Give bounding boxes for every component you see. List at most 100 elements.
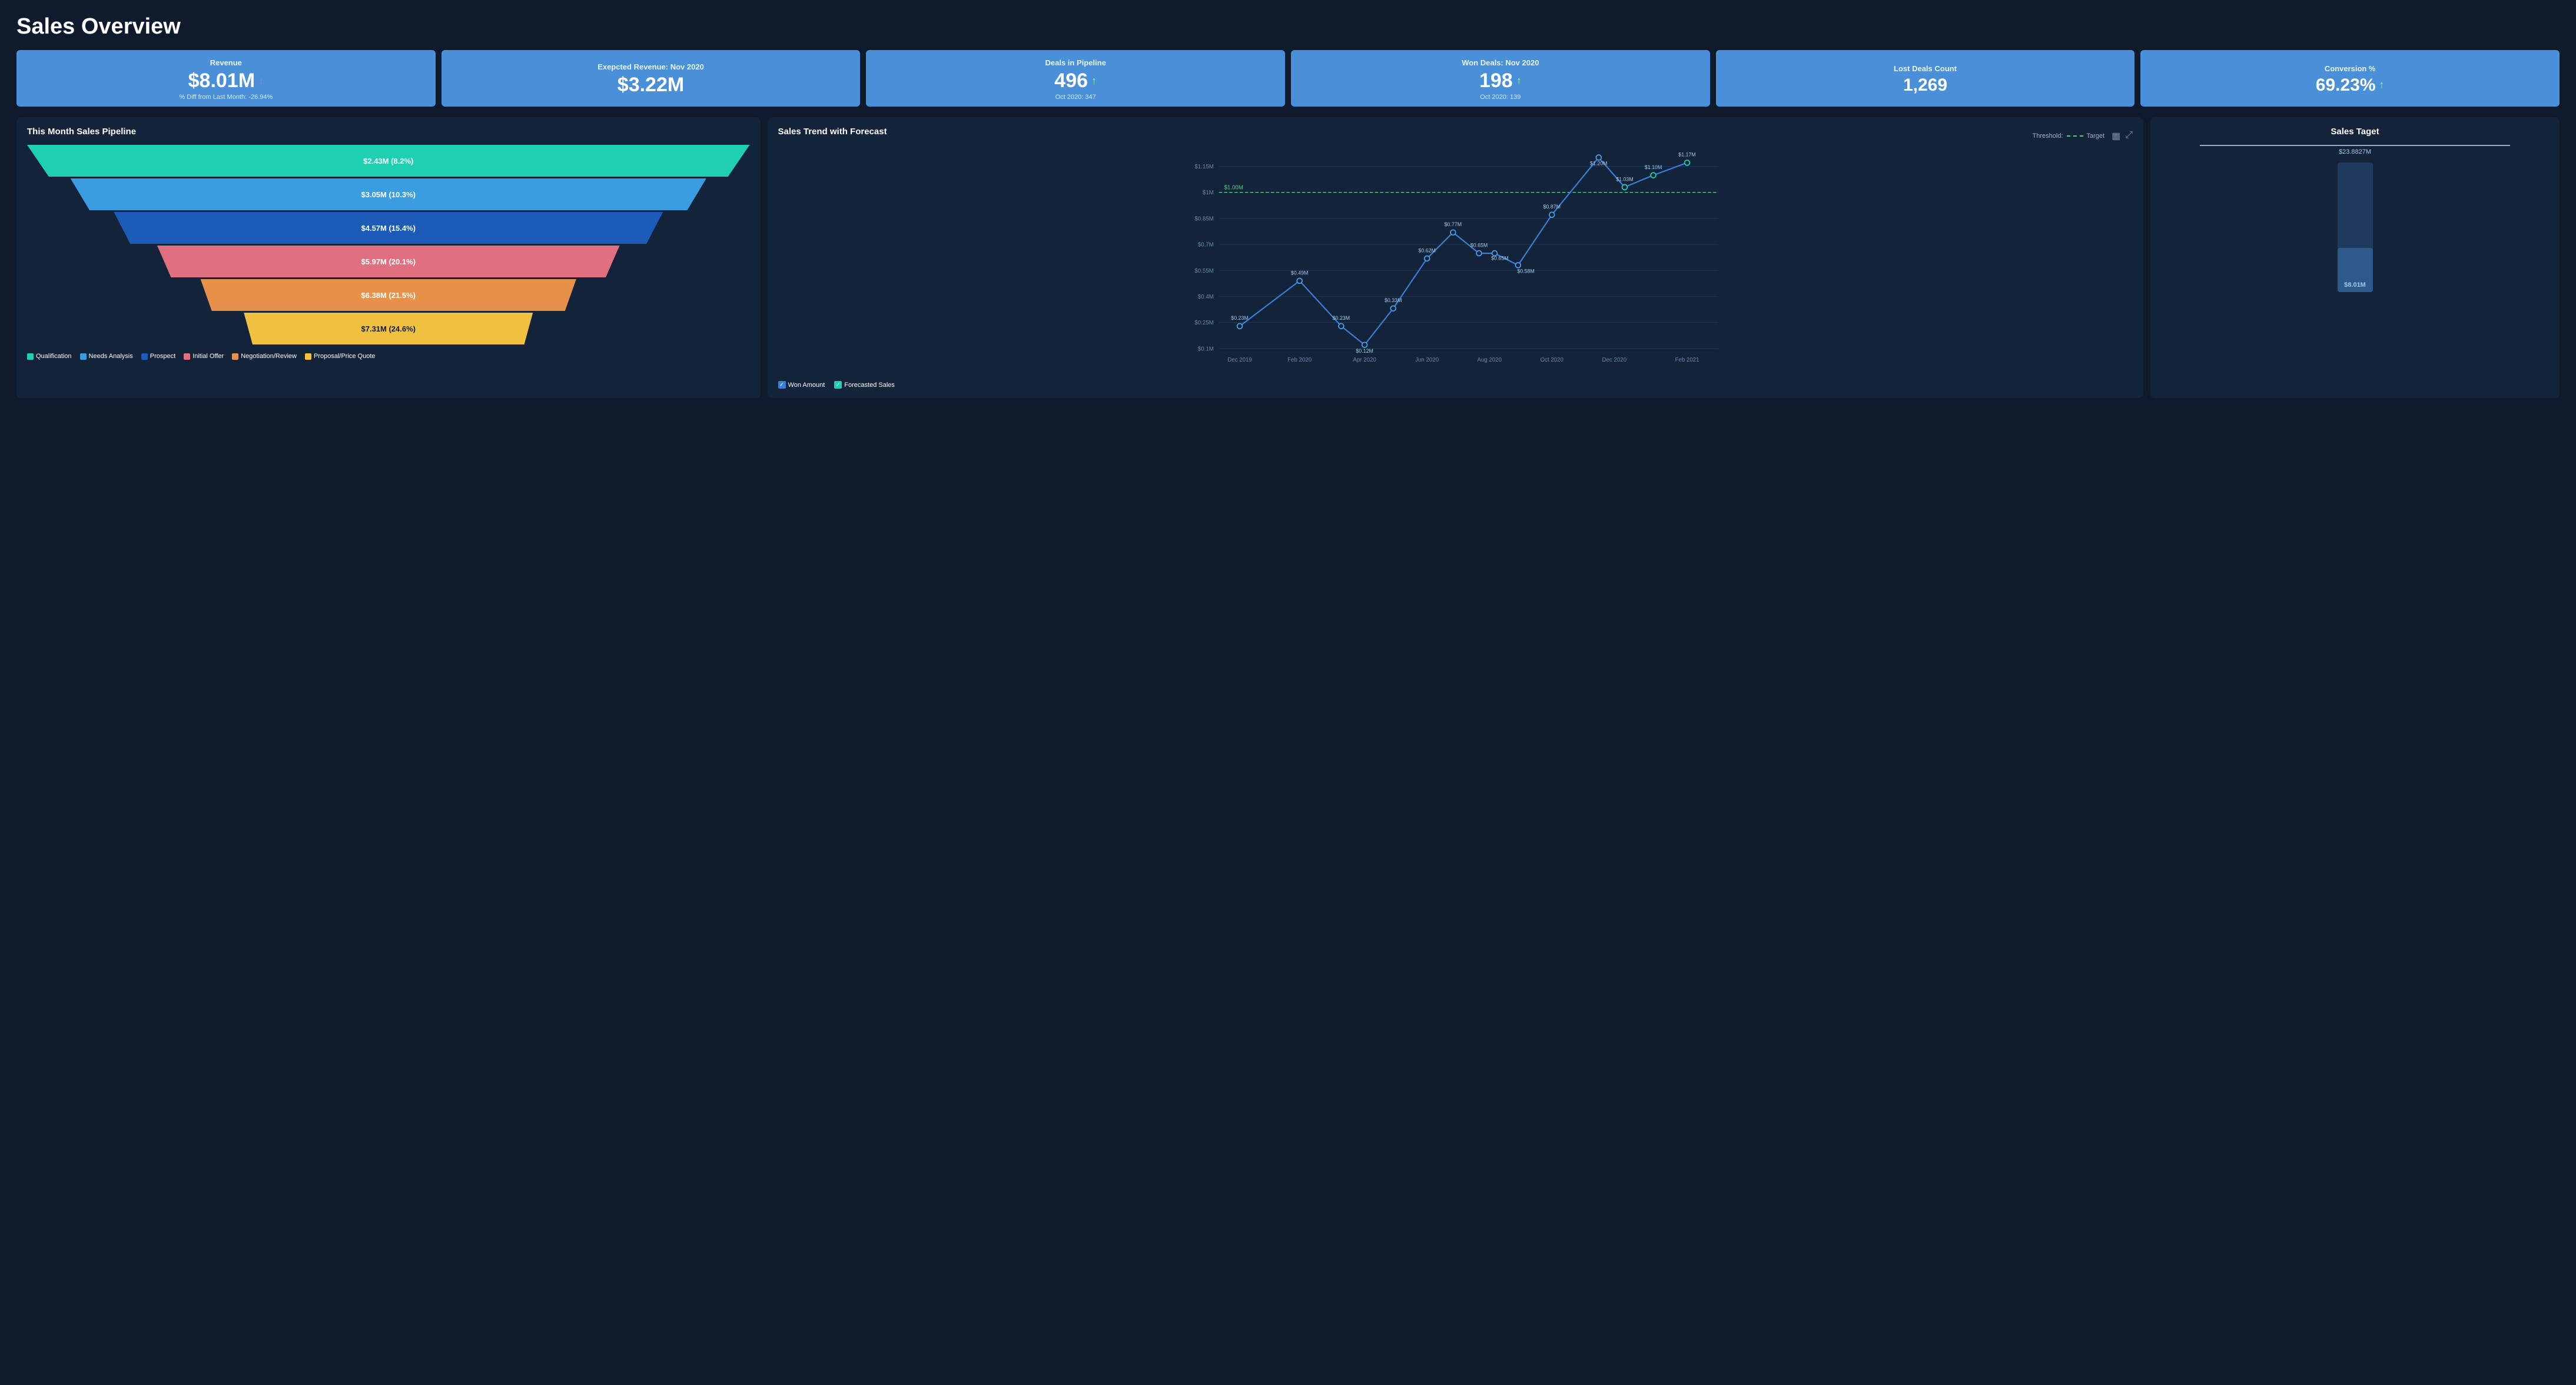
funnel-legend: Qualification Needs Analysis Prospect In… bbox=[27, 353, 750, 360]
svg-text:$1.17M: $1.17M bbox=[1678, 152, 1695, 158]
legend-label-initial-offer: Initial Offer bbox=[192, 353, 224, 360]
chart-toolbar: ▦ ⤢ bbox=[2112, 130, 2133, 142]
legend-forecasted-label: Forecasted Sales bbox=[844, 382, 895, 389]
kpi-sub-revenue: % Diff from Last Month: -26.94% bbox=[179, 94, 273, 101]
chart-legend: ✓ Won Amount ✓ Forecasted Sales bbox=[778, 381, 2133, 389]
target-title: Sales Taget bbox=[2331, 127, 2379, 137]
svg-text:$0.58M: $0.58M bbox=[1517, 269, 1534, 274]
svg-text:$0.4M: $0.4M bbox=[1197, 294, 1213, 300]
kpi-card-revenue: Revenue $8.01M ↓ % Diff from Last Month:… bbox=[16, 50, 436, 107]
svg-text:$0.1M: $0.1M bbox=[1197, 346, 1213, 352]
legend-dot-proposal bbox=[305, 353, 311, 360]
trend-chart-svg-wrapper: $1.15M $1M $0.85M $0.7M $0.55M $0.4M $0.… bbox=[778, 151, 2133, 377]
bar-chart-icon[interactable]: ▦ bbox=[2112, 130, 2120, 142]
kpi-card-deals: Deals in Pipeline 496 ↑ Oct 2020: 347 bbox=[866, 50, 1285, 107]
trend-chart-svg: $1.15M $1M $0.85M $0.7M $0.55M $0.4M $0.… bbox=[778, 151, 2133, 375]
point-dec2019 bbox=[1237, 323, 1242, 329]
legend-label-needs: Needs Analysis bbox=[89, 353, 133, 360]
svg-text:$1.10M: $1.10M bbox=[1644, 164, 1661, 170]
kpi-value-text-won: 198 bbox=[1479, 69, 1513, 92]
legend-negotiation: Negotiation/Review bbox=[232, 353, 297, 360]
target-threshold-line bbox=[2200, 145, 2510, 146]
arrow-up-icon-deals: ↑ bbox=[1091, 75, 1097, 87]
svg-text:$0.55M: $0.55M bbox=[1194, 268, 1213, 274]
kpi-value-won: 198 ↑ bbox=[1479, 69, 1522, 92]
legend-won-label: Won Amount bbox=[788, 382, 825, 389]
legend-dot-qualification bbox=[27, 353, 34, 360]
legend-dot-negotiation bbox=[232, 353, 238, 360]
svg-text:$0.65M: $0.65M bbox=[1470, 242, 1487, 248]
threshold-legend: Threshold: Target bbox=[2033, 132, 2105, 140]
kpi-label-revenue: Revenue bbox=[210, 58, 242, 67]
funnel-label-prospect: $4.57M (15.4%) bbox=[361, 224, 416, 233]
legend-check-forecasted: ✓ bbox=[834, 381, 842, 389]
kpi-card-lost: Lost Deals Count 1,269 bbox=[1716, 50, 2135, 107]
kpi-sub-won: Oct 2020: 139 bbox=[1480, 94, 1521, 101]
chart-title: Sales Trend with Forecast bbox=[778, 127, 887, 137]
legend-initial-offer: Initial Offer bbox=[184, 353, 224, 360]
svg-text:Apr 2020: Apr 2020 bbox=[1353, 357, 1376, 363]
funnel-label-proposal: $7.31M (24.6%) bbox=[361, 324, 416, 333]
kpi-card-won: Won Deals: Nov 2020 198 ↑ Oct 2020: 139 bbox=[1291, 50, 1710, 107]
svg-text:$1.15M: $1.15M bbox=[1194, 164, 1213, 170]
legend-qualification: Qualification bbox=[27, 353, 72, 360]
svg-text:Dec 2019: Dec 2019 bbox=[1227, 357, 1252, 363]
kpi-label-lost: Lost Deals Count bbox=[1894, 64, 1957, 73]
sales-target-panel: Sales Taget $23.8827M $8.01M bbox=[2150, 117, 2560, 398]
legend-check-won: ✓ bbox=[778, 381, 786, 389]
legend-won-amount: ✓ Won Amount bbox=[778, 381, 825, 389]
svg-text:$1M: $1M bbox=[1202, 190, 1213, 196]
funnel-segment-needs-analysis: $3.05M (10.3%) bbox=[71, 178, 706, 210]
funnel-segment-initial-offer: $5.97M (20.1%) bbox=[157, 246, 620, 277]
kpi-sub-deals: Oct 2020: 347 bbox=[1055, 94, 1096, 101]
legend-label-proposal: Proposal/Price Quote bbox=[314, 353, 376, 360]
funnel-chart: $2.43M (8.2%) $3.05M (10.3%) $4.57M (15.… bbox=[27, 145, 750, 344]
arrow-down-icon: ↓ bbox=[258, 75, 264, 87]
funnel-segment-prospect: $4.57M (15.4%) bbox=[114, 212, 663, 244]
svg-text:$1.20M: $1.20M bbox=[1590, 161, 1607, 167]
kpi-label-conversion: Conversion % bbox=[2325, 64, 2376, 73]
legend-prospect: Prospect bbox=[141, 353, 175, 360]
kpi-value-text-deals: 496 bbox=[1054, 69, 1088, 92]
svg-text:$0.65M: $0.65M bbox=[1491, 256, 1508, 261]
svg-text:Feb 2021: Feb 2021 bbox=[1675, 357, 1699, 363]
svg-text:$0.7M: $0.7M bbox=[1197, 242, 1213, 248]
svg-text:$1.00M: $1.00M bbox=[1224, 184, 1243, 191]
target-label: Target bbox=[2087, 132, 2105, 140]
legend-needs: Needs Analysis bbox=[80, 353, 133, 360]
kpi-value-text-revenue: $8.01M bbox=[188, 69, 255, 92]
funnel-segment-qualification: $2.43M (8.2%) bbox=[27, 145, 750, 177]
kpi-value-revenue: $8.01M ↓ bbox=[188, 69, 264, 92]
svg-text:$0.23M: $0.23M bbox=[1332, 315, 1349, 321]
arrow-up-icon-conversion: ↑ bbox=[2379, 79, 2385, 91]
svg-text:$1.03M: $1.03M bbox=[1616, 176, 1633, 182]
funnel-label-needs: $3.05M (10.3%) bbox=[361, 190, 416, 199]
legend-dot-initial-offer bbox=[184, 353, 190, 360]
funnel-segment-negotiation: $6.38M (21.5%) bbox=[201, 279, 576, 311]
kpi-card-conversion: Conversion % 69.23% ↑ bbox=[2140, 50, 2560, 107]
target-amount: $23.8827M bbox=[2339, 148, 2371, 155]
funnel-label-initial-offer: $5.97M (20.1%) bbox=[361, 257, 416, 266]
funnel-label-negotiation: $6.38M (21.5%) bbox=[361, 291, 416, 300]
legend-label-negotiation: Negotiation/Review bbox=[241, 353, 297, 360]
bottom-row: This Month Sales Pipeline $2.43M (8.2%) … bbox=[16, 117, 2560, 398]
target-current-value: $8.01M bbox=[2344, 281, 2366, 289]
funnel-title: This Month Sales Pipeline bbox=[27, 127, 750, 137]
threshold-line-icon bbox=[2067, 135, 2083, 137]
svg-text:Oct 2020: Oct 2020 bbox=[1540, 357, 1563, 363]
svg-text:Jun 2020: Jun 2020 bbox=[1415, 357, 1439, 363]
expand-icon[interactable]: ⤢ bbox=[2125, 130, 2133, 142]
legend-dot-needs bbox=[80, 353, 87, 360]
threshold-label: Threshold: bbox=[2033, 132, 2063, 140]
legend-dot-prospect bbox=[141, 353, 148, 360]
svg-text:$0.25M: $0.25M bbox=[1194, 320, 1213, 326]
page-title: Sales Overview bbox=[16, 14, 2560, 39]
svg-text:Dec 2020: Dec 2020 bbox=[1602, 357, 1626, 363]
legend-label-qualification: Qualification bbox=[36, 353, 72, 360]
svg-text:$0.87M: $0.87M bbox=[1543, 204, 1560, 210]
target-bar-container: $8.01M bbox=[2338, 163, 2373, 292]
kpi-value-text-conversion: 69.23% bbox=[2316, 75, 2376, 95]
kpi-label-won: Won Deals: Nov 2020 bbox=[1462, 58, 1539, 67]
legend-label-prospect: Prospect bbox=[150, 353, 175, 360]
legend-forecasted: ✓ Forecasted Sales bbox=[834, 381, 895, 389]
